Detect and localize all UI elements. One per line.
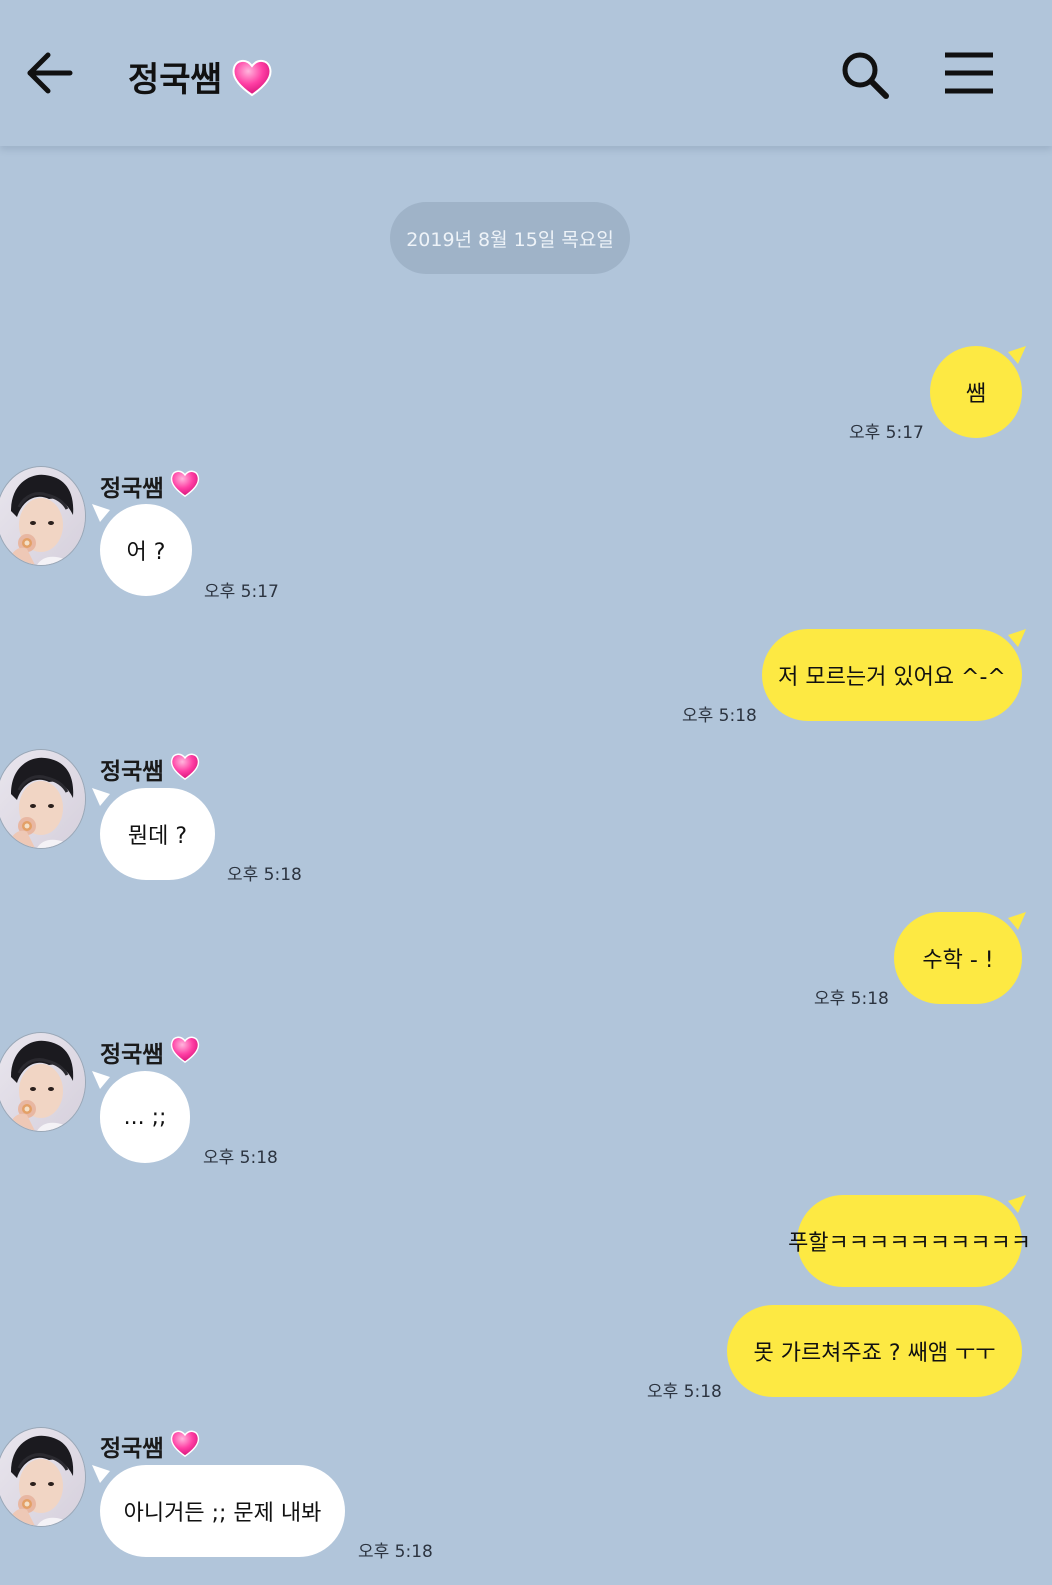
pink-heart-icon (169, 1034, 201, 1070)
bubble-tail (92, 788, 110, 806)
my-message-bubble[interactable]: 푸할ㅋㅋㅋㅋㅋㅋㅋㅋㅋㅋ (788, 1195, 1031, 1287)
bubble-tail (1008, 912, 1026, 930)
contact-avatar[interactable] (0, 749, 86, 849)
message-text: 아니거든 ;; 문제 내봐 (123, 1501, 322, 1526)
message-text: 뭔데 ? (127, 824, 188, 849)
pink-heart-icon (169, 468, 201, 504)
arrow-left-icon (27, 52, 73, 94)
contact-avatar[interactable] (0, 1032, 86, 1132)
chat-title-text: 정국쌤 (128, 60, 222, 100)
message-text: 못 가르쳐주죠 ? 쌔앰 ㅜㅜ (753, 1341, 996, 1366)
message-time: 오후 5:17 (849, 423, 924, 443)
message-text: 수학 - ! (922, 948, 994, 973)
back-button[interactable] (24, 48, 74, 98)
chat-title: 정국쌤 (128, 52, 274, 101)
their-message-bubble[interactable]: 아니거든 ;; 문제 내봐 (100, 1465, 345, 1557)
bubble-tail (1008, 346, 1026, 364)
contact-avatar[interactable] (0, 466, 86, 566)
message-time: 오후 5:18 (203, 1148, 278, 1168)
profile-photo (0, 1033, 85, 1131)
message-time: 오후 5:18 (682, 706, 757, 726)
bubble-tail (92, 1465, 110, 1483)
their-message-bubble[interactable]: 어 ? (100, 504, 192, 596)
menu-button[interactable] (942, 50, 996, 96)
bubble-tail (92, 504, 110, 522)
message-time: 오후 5:17 (204, 582, 279, 602)
my-message-bubble[interactable]: 저 모르는거 있어요 ^-^ (762, 629, 1022, 721)
their-message-bubble[interactable]: 뭔데 ? (100, 788, 215, 880)
sender-name-text: 정국쌤 (100, 1042, 164, 1068)
sender-name: 정국쌤 (100, 1428, 201, 1464)
sender-name-text: 정국쌤 (100, 1436, 164, 1462)
sender-name-text: 정국쌤 (100, 476, 164, 502)
message-text: 저 모르는거 있어요 ^-^ (778, 665, 1006, 690)
message-time: 오후 5:18 (647, 1382, 722, 1402)
pink-heart-icon (169, 751, 201, 787)
date-divider-text: 2019년 8월 15일 목요일 (406, 228, 614, 251)
sender-name: 정국쌤 (100, 1034, 201, 1070)
message-time: 오후 5:18 (814, 989, 889, 1009)
search-icon (842, 52, 889, 99)
date-divider: 2019년 8월 15일 목요일 (390, 202, 630, 274)
profile-photo (0, 1428, 85, 1526)
message-time: 오후 5:18 (358, 1542, 433, 1562)
chat-header: 정국쌤 (0, 0, 1052, 146)
message-text: 푸할ㅋㅋㅋㅋㅋㅋㅋㅋㅋㅋ (788, 1231, 1031, 1256)
hamburger-menu-icon (945, 52, 993, 94)
message-time: 오후 5:18 (227, 865, 302, 885)
sender-name: 정국쌤 (100, 468, 201, 504)
message-text: 쌤 (965, 382, 987, 407)
profile-photo (0, 750, 85, 848)
bubble-tail (1008, 1195, 1026, 1213)
sender-name-text: 정국쌤 (100, 759, 164, 785)
message-text: 어 ? (126, 540, 166, 565)
profile-photo (0, 467, 85, 565)
search-button[interactable] (838, 48, 892, 102)
bubble-tail (92, 1071, 110, 1089)
contact-avatar[interactable] (0, 1427, 86, 1527)
sender-name: 정국쌤 (100, 751, 201, 787)
message-text: ... ;; (123, 1104, 167, 1130)
bubble-tail (1008, 629, 1026, 647)
pink-heart-icon (169, 1428, 201, 1464)
my-message-bubble[interactable]: 못 가르쳐주죠 ? 쌔앰 ㅜㅜ (727, 1305, 1022, 1397)
pink-heart-icon (232, 59, 272, 96)
their-message-bubble[interactable]: ... ;; (100, 1071, 190, 1163)
my-message-bubble[interactable]: 수학 - ! (894, 912, 1022, 1004)
